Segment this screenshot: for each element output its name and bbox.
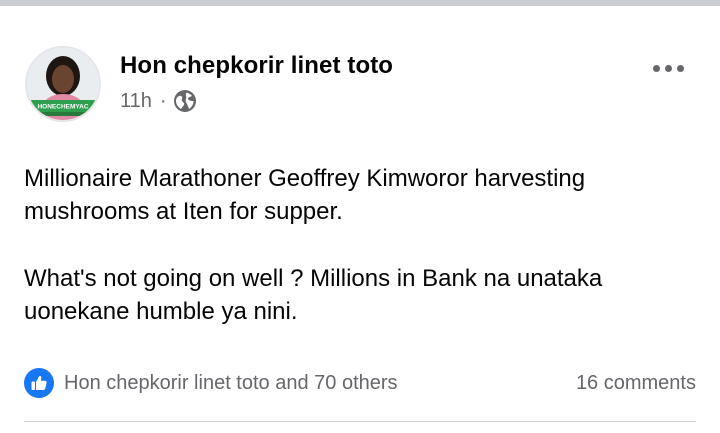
- author-name[interactable]: Hon chepkorir linet toto: [120, 52, 393, 80]
- post-meta: 11h ·: [120, 88, 197, 114]
- post-body: Millionaire Marathoner Geoffrey Kimworor…: [24, 162, 694, 328]
- reactions-text: Hon chepkorir linet toto and 70 others: [64, 371, 398, 394]
- more-dots-icon: [664, 64, 672, 72]
- more-dots-icon: [676, 64, 684, 72]
- divider: [24, 421, 696, 422]
- post-paragraph: What's not going on well ? Millions in B…: [24, 265, 603, 325]
- post-paragraph: Millionaire Marathoner Geoffrey Kimworor…: [24, 165, 586, 225]
- avatar[interactable]: HONECHEMYAC: [25, 46, 101, 122]
- avatar-photo: HONECHEMYAC: [27, 48, 99, 120]
- meta-separator: ·: [159, 89, 167, 112]
- more-options-button[interactable]: [648, 56, 688, 80]
- globe-icon[interactable]: [173, 89, 197, 113]
- post-time[interactable]: 11h: [120, 90, 152, 113]
- reactions-summary[interactable]: Hon chepkorir linet toto and 70 others: [24, 367, 398, 399]
- comments-count[interactable]: 16 comments: [576, 367, 696, 399]
- more-dots-icon: [652, 64, 660, 72]
- avatar-banner-text: HONECHEMYAC: [37, 104, 88, 111]
- like-icon: [24, 368, 54, 398]
